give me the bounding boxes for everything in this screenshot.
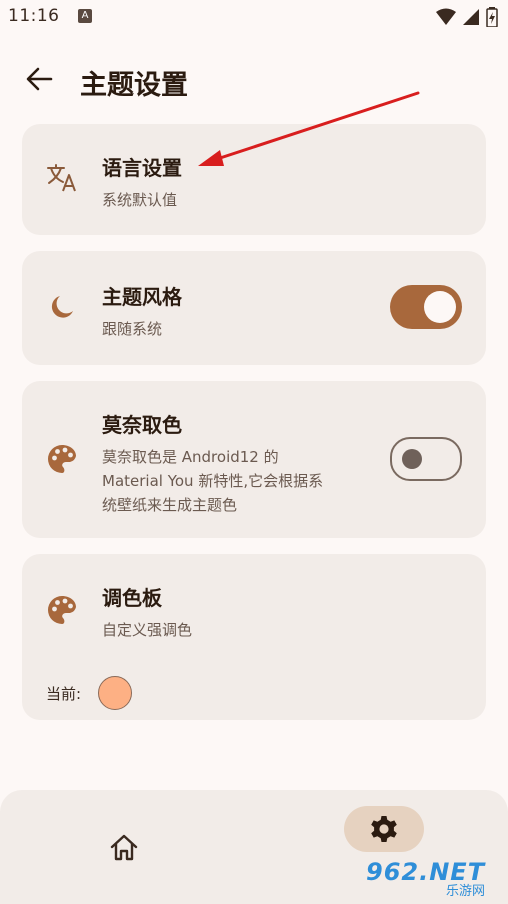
watermark: 962.NET 乐游网 bbox=[366, 858, 485, 899]
gear-icon bbox=[371, 816, 397, 842]
home-icon[interactable] bbox=[108, 832, 140, 864]
watermark-subtext: 乐游网 bbox=[446, 884, 486, 899]
annotation-arrow bbox=[198, 91, 420, 166]
bottom-navigation bbox=[0, 790, 508, 904]
nav-settings-tab[interactable] bbox=[344, 806, 424, 852]
